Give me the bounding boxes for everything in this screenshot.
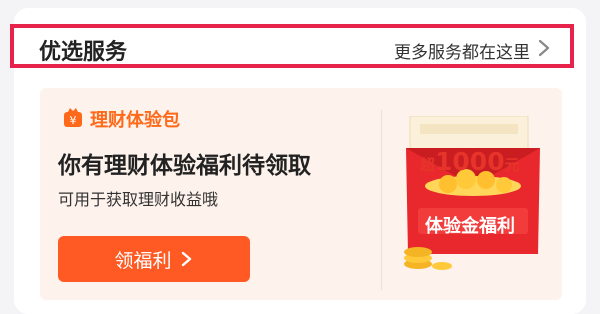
packet-amount: 超1000元 (420, 147, 520, 176)
coin-bag-icon: ¥ (64, 108, 82, 127)
coin-bag-glyph: ¥ (70, 114, 77, 127)
chevron-right-icon[interactable] (534, 36, 554, 60)
promo-subtext: 可用于获取理财收益哦 (58, 190, 219, 209)
chevron-right-icon (181, 251, 191, 267)
promo-headline: 你有理财体验福利待领取 (58, 153, 311, 179)
claim-benefit-label: 领福利 (114, 249, 172, 272)
promo-badge-text: 理财体验包 (90, 110, 180, 131)
packet-amount-prefix: 超 (420, 156, 436, 174)
promo-divider (381, 110, 382, 290)
red-packet-illustration (404, 116, 540, 270)
section-title: 优选服务 (39, 40, 128, 65)
claim-benefit-button[interactable]: 领福利 (58, 236, 250, 282)
packet-amount-value: 1000 (435, 147, 505, 176)
more-services-link[interactable]: 更多服务都在这里 (394, 38, 530, 63)
packet-amount-unit: 元 (504, 156, 520, 174)
packet-label: 体验金福利 (425, 216, 515, 237)
